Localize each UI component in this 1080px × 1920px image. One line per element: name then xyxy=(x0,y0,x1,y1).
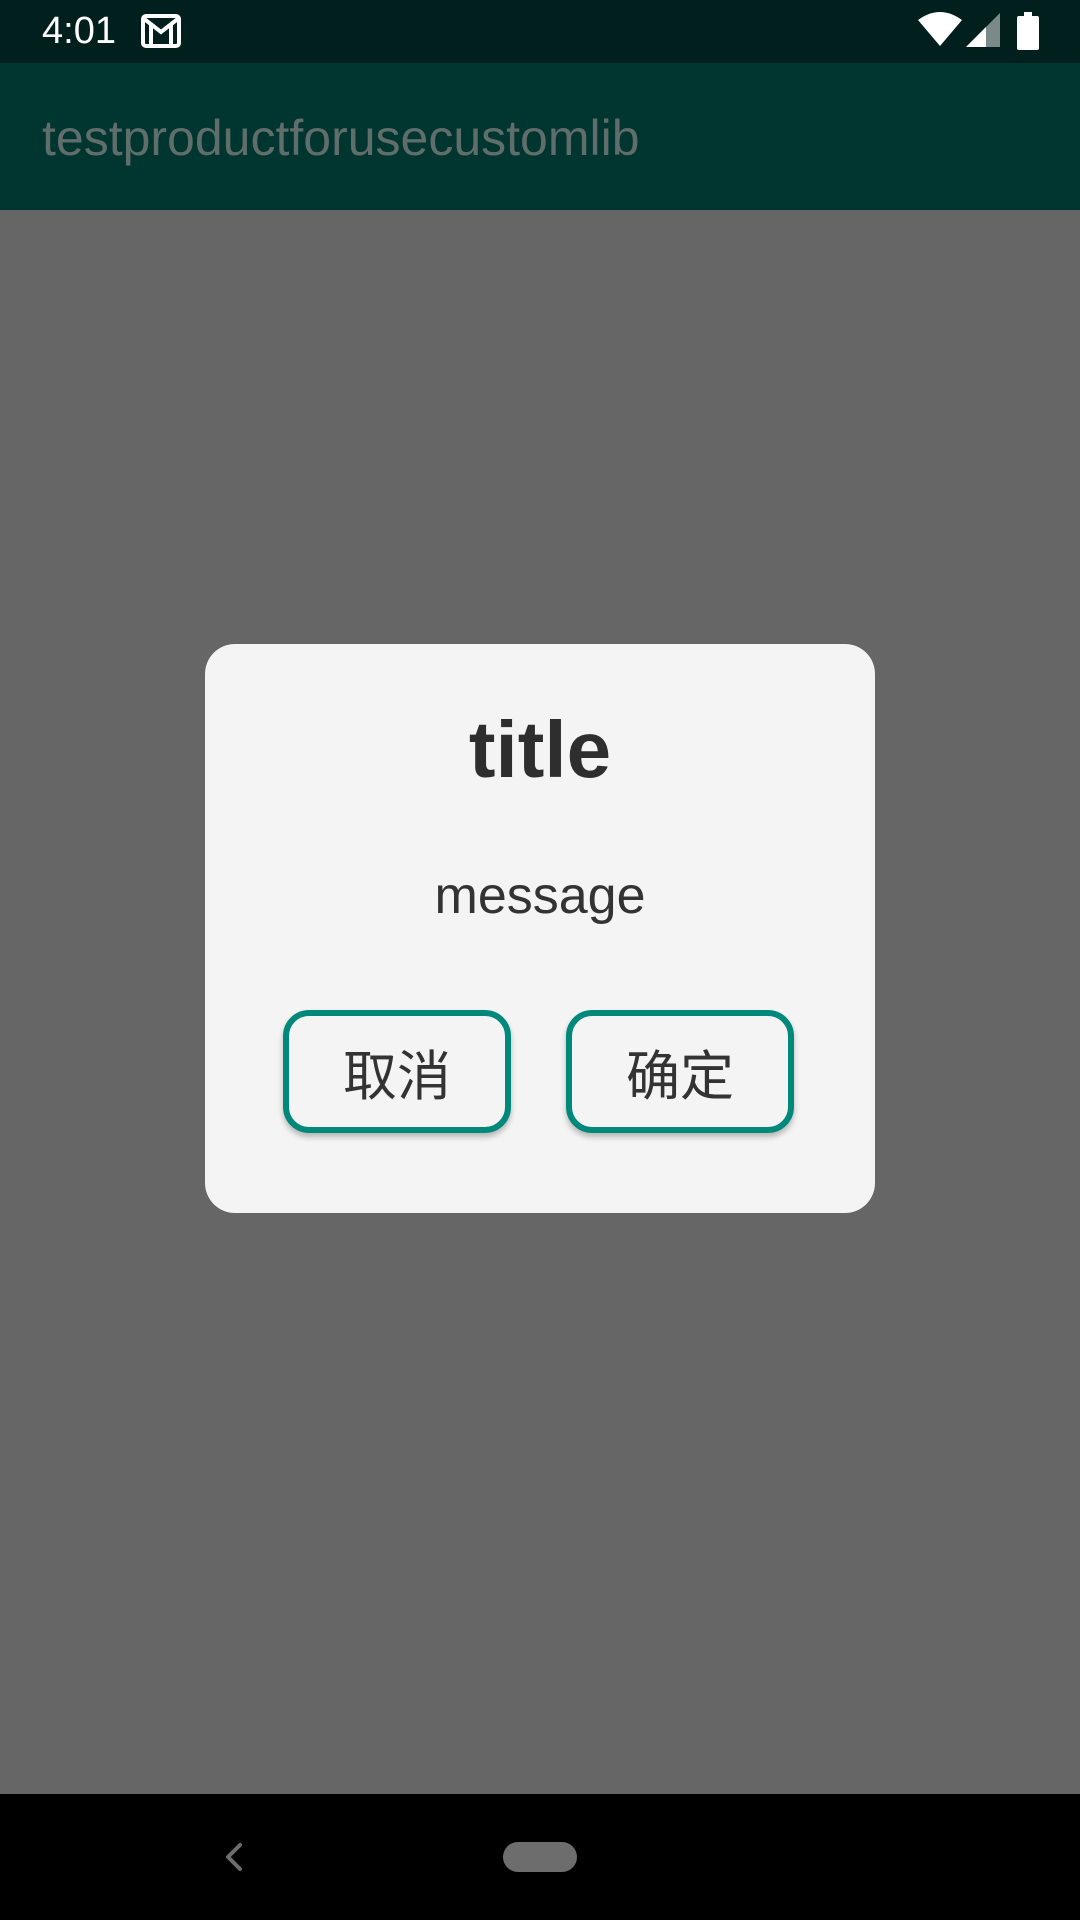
confirm-button[interactable]: 确定 xyxy=(566,1010,794,1133)
app-title: testproductforusecustomlib xyxy=(42,110,640,166)
navigation-bar xyxy=(0,1794,1080,1920)
status-bar: 4:01 xyxy=(0,0,1080,63)
back-icon[interactable] xyxy=(218,1837,248,1877)
gmail-icon xyxy=(141,14,181,48)
signal-icon xyxy=(966,13,1000,47)
cancel-button[interactable]: 取消 xyxy=(283,1010,511,1133)
alert-dialog: title message 取消 确定 xyxy=(205,644,875,1213)
dialog-title: title xyxy=(468,705,612,794)
wifi-icon xyxy=(918,12,962,46)
dialog-message: message xyxy=(434,867,646,925)
home-pill-icon[interactable] xyxy=(503,1842,577,1872)
app-bar: testproductforusecustomlib xyxy=(0,63,1080,210)
battery-icon xyxy=(1017,12,1039,50)
status-time: 4:01 xyxy=(42,10,116,52)
